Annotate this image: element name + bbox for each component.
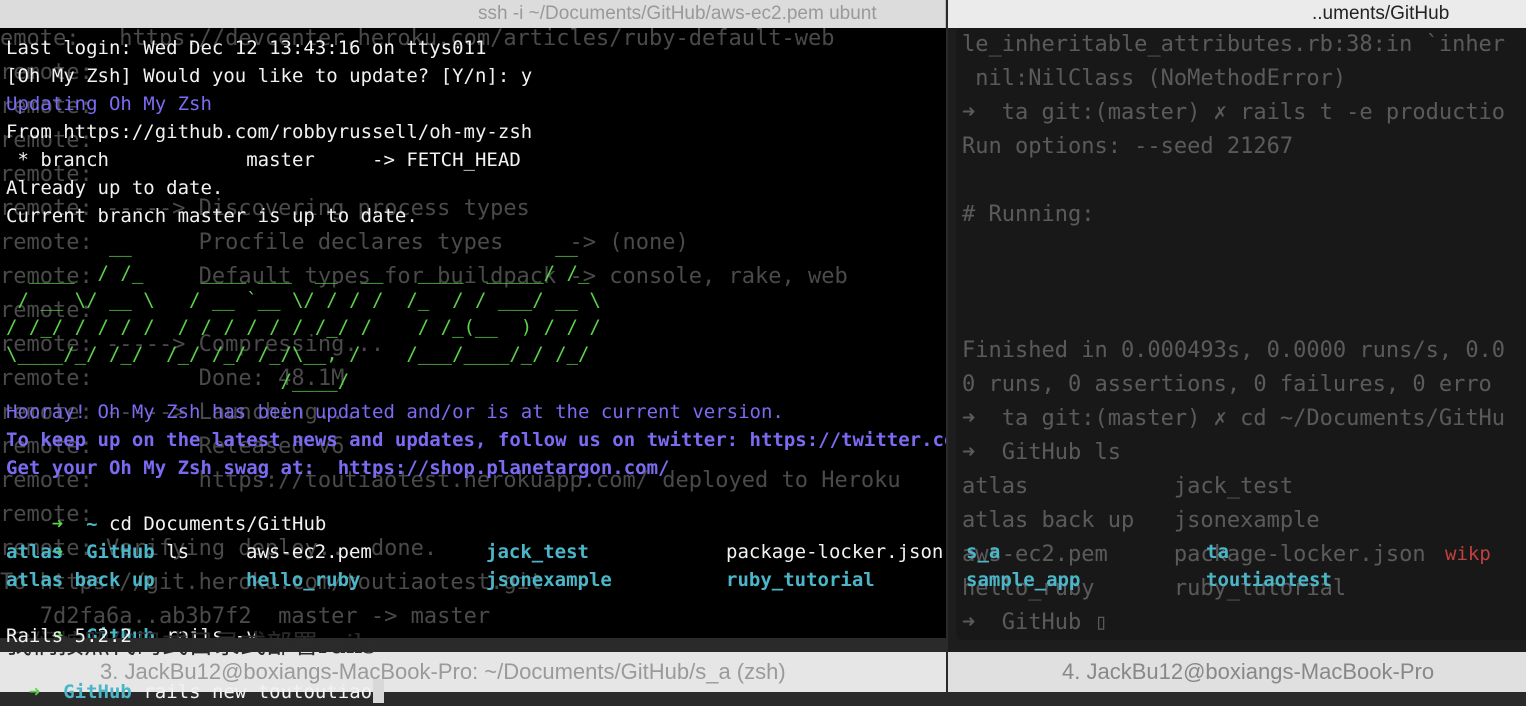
login-line: Last login: Wed Dec 12 13:43:16 on ttys0… (6, 37, 487, 59)
ls-item: jsonexample (486, 569, 612, 591)
logo-line: / /_/ / / / / / / / / / / /_/ / / /_(__ … (6, 316, 601, 338)
branch-line: * branch master -> FETCH_HEAD (6, 149, 521, 171)
background-terminal-line: ➜ GitHub ls (962, 440, 1121, 465)
ls-item: atlas back up (6, 569, 155, 591)
ls-item: package-locker.json (726, 541, 944, 563)
background-terminal-line: ➜ GitHub ▯ (962, 610, 1108, 635)
command-rails-new[interactable]: rails new toutoutiao (143, 681, 372, 703)
update-prompt-line: [Oh My Zsh] Would you like to update? [Y… (6, 65, 533, 87)
ls-item: atlas (6, 541, 64, 563)
prompt-rails-v-line: ➜ GitHub rails -v (6, 594, 258, 638)
background-terminal-line: atlas jack_test (962, 474, 1426, 499)
background-terminal-line: # Running: (962, 202, 1095, 227)
prompt-arrow-icon: ➜ (28, 681, 41, 703)
hooray-line: Hooray! Oh My Zsh has been updated and/o… (6, 401, 784, 423)
bg-ls-item-wikp: wikp (1445, 543, 1491, 565)
prompt-rails-new-line[interactable]: ➜ GitHub rails new toutoutiao (6, 650, 385, 703)
background-terminal-line: ➜ ta git:(master) ✗ rails t -e productio (962, 100, 1506, 125)
logo-line: \____/_/ /_/ /_/ /_/ /_/\__, / /___/____… (6, 343, 590, 365)
background-terminal-line: aws-ec2.pem package-locker.json (962, 542, 1426, 567)
ls-item: ruby_tutorial (726, 569, 875, 591)
prompt-cd-line: ➜ ~ cd Documents/GitHub (6, 482, 327, 535)
already-up-to-date-line: Already up to date. (6, 177, 224, 199)
background-window-title[interactable]: ..uments/GitHub (948, 0, 1526, 28)
background-terminal-line: atlas back up jsonexample (962, 508, 1426, 533)
text-cursor (373, 679, 385, 703)
ls-item: sample_app (966, 569, 1081, 591)
from-line: From https://github.com/robbyrussell/oh-… (6, 121, 533, 143)
background-terminal-line: Run options: --seed 21267 (962, 134, 1294, 159)
ls-item: ta (1206, 541, 1229, 563)
prompt-directory: GitHub (63, 681, 132, 703)
ls-item: aws-ec2.pem (246, 541, 372, 563)
ls-item: s_a (966, 541, 1001, 563)
background-terminal-line: Finished in 0.000493s, 0.0000 runs/s, 0.… (962, 338, 1506, 363)
prompt-ls-line: ➜ GitHub ls (6, 510, 189, 563)
ls-item: hello_ruby (246, 569, 361, 591)
command-ls: ls (166, 541, 190, 563)
background-terminal-line: nil:NilClass (NoMethodError) (962, 66, 1347, 91)
updating-line: Updating Oh My Zsh (6, 93, 212, 115)
background-tab-label[interactable]: 4. JackBu12@boxiangs-MacBook-Pro (948, 652, 1526, 692)
rails-version-line: Rails 5.2.2 (6, 625, 132, 647)
logo-line: /____/ (6, 370, 350, 392)
logo-line: / __ \/ __ \ / __ `__ \/ / / / /_ / / __… (6, 289, 601, 311)
swag-line[interactable]: Get your Oh My Zsh swag at: https://shop… (6, 454, 669, 482)
background-terminal-line: 0 runs, 0 assertions, 0 failures, 0 erro (962, 372, 1492, 397)
prompt-directory: GitHub (86, 541, 155, 563)
background-terminal-line: le_inheritable_attributes.rb:38:in `inhe… (962, 32, 1506, 57)
foreground-terminal-window[interactable]: ssh -i ~/Documents/GitHub/aws-ec2.pem ub… (0, 0, 946, 638)
foreground-window-title[interactable]: ssh -i ~/Documents/GitHub/aws-ec2.pem ub… (0, 0, 946, 28)
background-terminal-content: le_inheritable_attributes.rb:38:in `inhe… (956, 28, 1526, 640)
ls-item: toutiaotest (1206, 569, 1332, 591)
logo-line: __ __ (6, 235, 578, 257)
current-branch-line: Current branch master is up to date. (6, 205, 418, 227)
twitter-line[interactable]: To keep up on the latest news and update… (6, 426, 946, 454)
background-terminal-line: ➜ ta git:(master) ✗ cd ~/Documents/GitHu (962, 406, 1506, 431)
logo-line: ____ / /_ ____ ___ __ __ ____ _____/ /_ (6, 262, 590, 284)
ls-item: jack_test (486, 541, 589, 563)
